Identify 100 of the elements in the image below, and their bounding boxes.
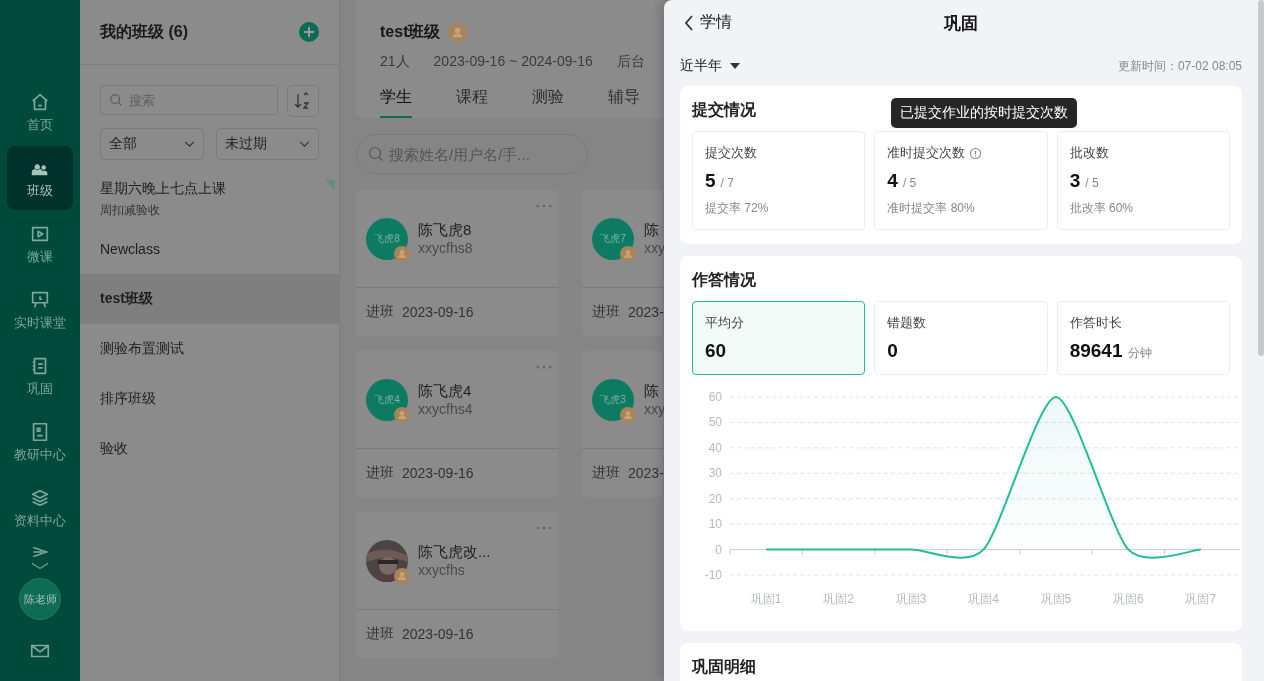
- send-icon[interactable]: [31, 546, 49, 558]
- x-tick-label: 巩固7: [1185, 592, 1217, 606]
- class-item[interactable]: 星期六晚上七点上课 周扣减验收: [80, 174, 339, 224]
- stat-value: 4: [887, 170, 898, 192]
- y-tick-label: 0: [715, 542, 722, 557]
- x-tick-label: 巩固1: [750, 592, 782, 606]
- person-badge-icon: [620, 406, 636, 423]
- class-item[interactable]: 排序班级: [80, 374, 339, 424]
- tooltip: 已提交作业的按时提交次数: [891, 98, 1078, 128]
- stat-value: 3: [1069, 170, 1081, 192]
- search-icon: [109, 93, 123, 107]
- student-avatar: 飞虎3: [592, 378, 634, 421]
- sort-button[interactable]: [287, 85, 319, 117]
- student-name: 陈飞虎4: [418, 382, 473, 401]
- period-dropdown[interactable]: 近半年: [680, 57, 740, 75]
- student-avatar: 飞虎8: [366, 217, 408, 260]
- filter-dropdown[interactable]: 未过期: [215, 128, 319, 160]
- class-tab[interactable]: 学生: [380, 83, 412, 118]
- join-label: 进班: [592, 303, 620, 321]
- section-title: 作答情况: [692, 270, 756, 290]
- class-tab[interactable]: 辅导: [608, 83, 640, 118]
- student-card[interactable]: 陈飞虎改... xxycfhs 进班 2023-09-16: [356, 512, 558, 658]
- more-icon[interactable]: [536, 204, 552, 208]
- y-tick-label: 50: [708, 415, 722, 430]
- class-item[interactable]: test班级: [80, 274, 339, 324]
- class-dates: 2023-09-16 ~ 2024-09-16: [433, 53, 593, 71]
- person-badge-icon: [448, 23, 468, 42]
- person-badge-icon: [394, 567, 410, 584]
- x-tick-label: 巩固2: [823, 592, 854, 606]
- class-name: test班级: [380, 22, 441, 42]
- nav-item[interactable]: 教研中心: [7, 410, 73, 474]
- update-time: 更新时间：07-02 08:05: [1117, 57, 1242, 75]
- class-item[interactable]: 验收: [80, 424, 339, 474]
- stat-label: 作答时长: [1069, 314, 1122, 332]
- more-icon[interactable]: [536, 365, 552, 369]
- panel-title: 我的班级 (6): [100, 21, 188, 42]
- join-date: 2023-09-16: [402, 465, 474, 481]
- scrollbar-thumb[interactable]: [1258, 0, 1264, 356]
- stat-label: 平均分: [705, 314, 744, 332]
- student-avatar: 飞虎7: [592, 217, 634, 260]
- y-tick-label: -10: [704, 568, 722, 582]
- section-title: 巩固明细: [692, 657, 756, 677]
- nav-item[interactable]: 资料中心: [7, 476, 73, 540]
- student-name: 陈: [644, 382, 660, 401]
- y-tick-label: 40: [708, 440, 722, 455]
- info-icon[interactable]: [969, 146, 983, 160]
- caret-icon: [730, 63, 740, 69]
- nav-item[interactable]: 首页: [7, 80, 73, 144]
- student-name: 陈飞虎8: [418, 221, 473, 240]
- back-icon: [684, 13, 694, 32]
- section-title: 提交情况: [692, 100, 756, 120]
- join-date: 2023-: [628, 465, 664, 481]
- class-item[interactable]: Newclass: [80, 224, 339, 274]
- filter-dropdown[interactable]: 全部: [100, 128, 204, 160]
- nav-item[interactable]: 实时课堂: [7, 278, 73, 342]
- join-label: 进班: [592, 464, 620, 482]
- stat-total: / 5: [902, 176, 917, 190]
- stat-card[interactable]: 作答时长 89641 分钟: [1056, 301, 1230, 375]
- nav-item[interactable]: 班级: [7, 146, 73, 210]
- drawer-title: 巩固: [944, 12, 978, 35]
- stat-note: 准时提交率 80%: [887, 200, 976, 217]
- stat-value: 5: [705, 170, 716, 192]
- class-item[interactable]: 测验布置测试: [80, 324, 339, 374]
- search-icon: [368, 146, 384, 162]
- student-username: xxycfhs8: [418, 240, 473, 256]
- class-tab[interactable]: 课程: [456, 83, 488, 118]
- class-info: 后台: [616, 53, 645, 71]
- join-label: 进班: [366, 625, 394, 643]
- caret-icon: [299, 140, 310, 148]
- person-badge-icon: [620, 245, 636, 262]
- stat-label: 提交次数: [705, 144, 757, 162]
- student-username: xxycfhs4: [418, 401, 473, 417]
- stat-value: 0: [887, 340, 898, 362]
- student-name: 陈: [644, 221, 660, 240]
- user-avatar[interactable]: 陈老师: [19, 578, 61, 620]
- stat-card[interactable]: 平均分 60: [692, 301, 866, 375]
- y-tick-label: 10: [708, 517, 722, 532]
- y-tick-label: 20: [708, 491, 722, 506]
- back-link[interactable]: 学情: [684, 12, 732, 33]
- stat-label: 批改数: [1069, 144, 1109, 162]
- person-badge-icon: [394, 245, 410, 262]
- more-icon[interactable]: [536, 526, 552, 530]
- student-card[interactable]: 飞虎8 陈飞虎8 xxycfhs8 进班 2023-09-16: [356, 190, 558, 336]
- nav-item[interactable]: 微课: [7, 212, 73, 276]
- student-name: 陈飞虎改...: [418, 543, 491, 562]
- join-date: 2023-09-16: [402, 626, 474, 642]
- stat-value: 60: [705, 340, 727, 362]
- chevron-down-icon[interactable]: [29, 562, 51, 570]
- class-tab[interactable]: 测验: [532, 83, 564, 118]
- stat-note: 提交率 72%: [705, 200, 770, 217]
- add-icon[interactable]: [299, 22, 319, 42]
- x-tick-label: 巩固4: [968, 592, 999, 606]
- student-count: 21人: [380, 53, 410, 71]
- nav-item[interactable]: 巩固: [7, 344, 73, 408]
- x-tick-label: 巩固5: [1040, 592, 1072, 606]
- stat-card[interactable]: 错题数 0: [874, 301, 1048, 375]
- x-tick-label: 巩固3: [895, 592, 927, 606]
- join-date: 2023-09-16: [402, 304, 474, 320]
- student-card[interactable]: 飞虎4 陈飞虎4 xxycfhs4 进班 2023-09-16: [356, 351, 558, 497]
- person-badge-icon: [394, 406, 410, 423]
